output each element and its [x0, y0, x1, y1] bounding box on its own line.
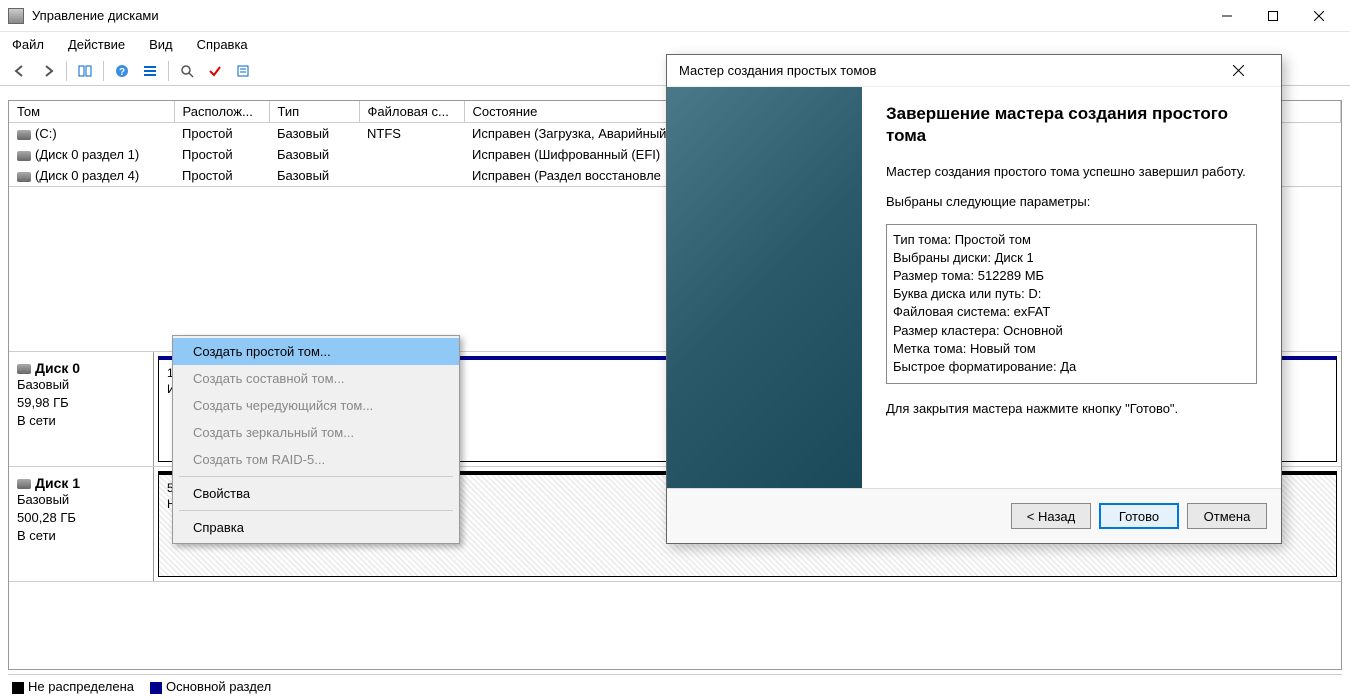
close-icon	[1314, 11, 1324, 21]
legend-unalloc: Не распределена	[12, 679, 134, 694]
check-icon	[207, 63, 223, 79]
list-icon	[142, 63, 158, 79]
close-button[interactable]	[1296, 0, 1342, 32]
find-button[interactable]	[175, 59, 199, 83]
ctx-separator	[179, 510, 453, 511]
disk-icon	[17, 172, 31, 182]
menu-help[interactable]: Справка	[193, 35, 252, 54]
wizard-param-line: Размер кластера: Основной	[893, 322, 1250, 340]
panels-icon	[77, 63, 93, 79]
wizard-title: Мастер создания простых томов	[679, 63, 1233, 78]
disk-info[interactable]: Диск 1Базовый500,28 ГБВ сети	[9, 467, 154, 581]
maximize-button[interactable]	[1250, 0, 1296, 32]
disk-icon	[17, 130, 31, 140]
wizard-close-button[interactable]	[1233, 65, 1269, 76]
wizard-content: Завершение мастера создания простого том…	[862, 87, 1281, 488]
wizard-text2: Выбраны следующие параметры:	[886, 193, 1257, 211]
menubar: Файл Действие Вид Справка	[0, 32, 1350, 56]
toolbar-separator	[66, 61, 67, 81]
wizard-cancel-button[interactable]: Отмена	[1187, 503, 1267, 529]
ctx-create-raid5: Создать том RAID-5...	[173, 446, 459, 473]
minimize-button[interactable]	[1204, 0, 1250, 32]
wizard-params-box[interactable]: Тип тома: Простой томВыбраны диски: Диск…	[886, 224, 1257, 384]
wizard-sidebar	[667, 87, 862, 488]
disk-icon	[17, 151, 31, 161]
wizard-param-line: Файловая система: exFAT	[893, 303, 1250, 321]
props-button[interactable]	[231, 59, 255, 83]
ctx-separator	[179, 476, 453, 477]
toolbar-separator	[168, 61, 169, 81]
wizard-param-line: Тип тома: Простой том	[893, 231, 1250, 249]
col-layout[interactable]: Располож...	[174, 101, 269, 123]
col-fs[interactable]: Файловая с...	[359, 101, 464, 123]
svg-text:?: ?	[119, 67, 125, 78]
wizard-finish-button[interactable]: Готово	[1099, 503, 1179, 529]
menu-file[interactable]: Файл	[8, 35, 48, 54]
disk-info[interactable]: Диск 0Базовый59,98 ГБВ сети	[9, 352, 154, 466]
wizard-param-line: Выбраны диски: Диск 1	[893, 249, 1250, 267]
col-volume[interactable]: Том	[9, 101, 174, 123]
wizard-param-line: Быстрое форматирование: Да	[893, 358, 1250, 376]
check-button[interactable]	[203, 59, 227, 83]
ctx-help[interactable]: Справка	[173, 514, 459, 541]
titlebar: Управление дисками	[0, 0, 1350, 32]
wizard-titlebar: Мастер создания простых томов	[667, 55, 1281, 87]
wizard-dialog: Мастер создания простых томов Завершение…	[666, 54, 1282, 544]
ctx-create-simple[interactable]: Создать простой том...	[173, 338, 459, 365]
forward-button[interactable]	[36, 59, 60, 83]
properties-icon	[235, 63, 251, 79]
wizard-param-line: Метка тома: Новый том	[893, 340, 1250, 358]
maximize-icon	[1268, 11, 1278, 21]
wizard-heading: Завершение мастера создания простого том…	[886, 103, 1257, 147]
wizard-param-line: Буква диска или путь: D:	[893, 285, 1250, 303]
context-menu: Создать простой том... Создать составной…	[172, 335, 460, 544]
ctx-properties[interactable]: Свойства	[173, 480, 459, 507]
ctx-create-striped: Создать чередующийся том...	[173, 392, 459, 419]
legend: Не распределена Основной раздел	[8, 674, 1342, 698]
wizard-text3: Для закрытия мастера нажмите кнопку "Гот…	[886, 400, 1257, 418]
col-type[interactable]: Тип	[269, 101, 359, 123]
toolbar-separator	[103, 61, 104, 81]
wizard-back-button[interactable]: < Назад	[1011, 503, 1091, 529]
menu-action[interactable]: Действие	[64, 35, 129, 54]
legend-primary: Основной раздел	[150, 679, 271, 694]
back-button[interactable]	[8, 59, 32, 83]
search-icon	[179, 63, 195, 79]
refresh-button[interactable]	[73, 59, 97, 83]
wizard-footer: < Назад Готово Отмена	[667, 488, 1281, 543]
ctx-create-mirror: Создать зеркальный том...	[173, 419, 459, 446]
arrow-right-icon	[40, 63, 56, 79]
menu-view[interactable]: Вид	[145, 35, 177, 54]
ctx-create-spanned: Создать составной том...	[173, 365, 459, 392]
window-title: Управление дисками	[32, 8, 1204, 23]
wizard-param-line: Размер тома: 512289 МБ	[893, 267, 1250, 285]
wizard-text1: Мастер создания простого тома успешно за…	[886, 163, 1257, 181]
close-icon	[1233, 65, 1244, 76]
settings-button[interactable]	[138, 59, 162, 83]
help-icon: ?	[114, 63, 130, 79]
help-button[interactable]: ?	[110, 59, 134, 83]
arrow-left-icon	[12, 63, 28, 79]
app-icon	[8, 8, 24, 24]
minimize-icon	[1222, 11, 1232, 21]
